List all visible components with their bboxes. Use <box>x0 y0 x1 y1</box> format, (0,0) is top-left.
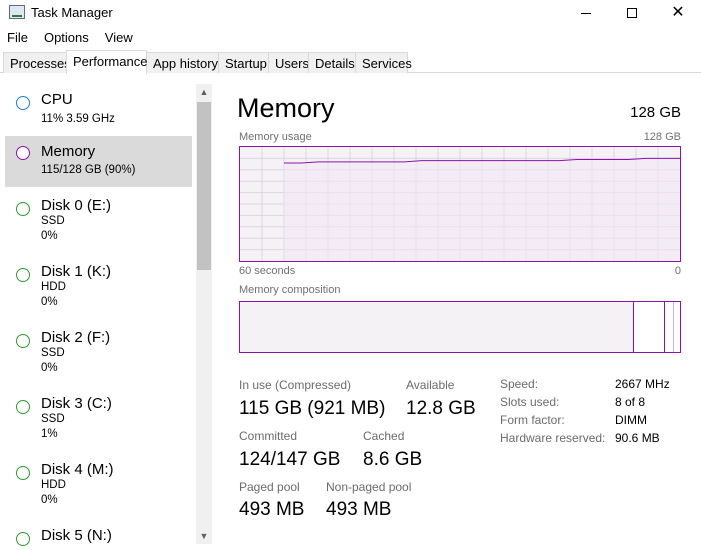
paged-pool-value: 493 MB <box>239 499 305 520</box>
resource-title: Disk 4 (M:) <box>41 461 114 478</box>
tab-services[interactable]: Services <box>355 52 412 73</box>
in-use-value: 115 GB (921 MB) <box>239 398 386 419</box>
minimize-icon <box>581 12 591 14</box>
disk-graph-icon <box>16 532 30 546</box>
resource-type: SSD <box>41 215 65 227</box>
form-factor-label: Form factor: <box>500 413 565 427</box>
cached-label: Cached <box>363 429 405 443</box>
menu-bar: File Options View <box>0 28 141 48</box>
task-manager-icon <box>9 5 25 19</box>
resource-subtitle: 115/128 GB (90%) <box>41 164 136 176</box>
resource-type: HDD <box>41 281 66 293</box>
disk-graph-icon <box>16 202 30 216</box>
non-paged-pool-value: 493 MB <box>326 499 392 520</box>
graph-time-end: 0 <box>674 265 681 277</box>
scroll-down-icon[interactable]: ▼ <box>196 528 212 544</box>
in-use-label: In use (Compressed) <box>239 378 352 392</box>
resource-memory[interactable]: Memory 115/128 GB (90%) <box>5 136 192 187</box>
non-paged-pool-label: Non-paged pool <box>326 480 412 494</box>
menu-options[interactable]: Options <box>36 28 97 48</box>
resource-disk-0[interactable]: Disk 0 (E:) SSD 0% <box>5 194 192 245</box>
scroll-up-icon[interactable]: ▲ <box>196 84 212 100</box>
resource-title: Disk 0 (E:) <box>41 197 112 214</box>
menu-file[interactable]: File <box>0 28 36 48</box>
tab-performance[interactable]: Performance <box>66 50 147 74</box>
resource-disk-4[interactable]: Disk 4 (M:) HDD 0% <box>5 458 192 509</box>
resource-list-scrollbar[interactable]: ▲ ▼ <box>196 84 212 544</box>
detail-total: 128 GB <box>630 104 681 121</box>
title-bar: Task Manager ✕ <box>0 0 701 26</box>
resource-usage: 0% <box>41 362 58 374</box>
tab-app-history[interactable]: App history <box>146 52 219 73</box>
cpu-graph-icon <box>16 96 30 110</box>
hardware-reserved-value: 90.6 MB <box>615 431 660 445</box>
hardware-reserved-label: Hardware reserved: <box>500 431 606 445</box>
resource-title: Disk 3 (C:) <box>41 395 112 412</box>
memory-usage-graph-canvas <box>240 147 680 261</box>
resource-usage: 1% <box>41 428 58 440</box>
resource-usage: 0% <box>41 494 58 506</box>
resource-disk-5[interactable]: Disk 5 (N:) <box>5 524 192 550</box>
resource-title: Disk 1 (K:) <box>41 263 112 280</box>
paged-pool-label: Paged pool <box>239 480 300 494</box>
cached-value: 8.6 GB <box>363 449 423 470</box>
resource-usage: 0% <box>41 230 58 242</box>
resource-list: CPU 11% 3.59 GHz Memory 115/128 GB (90%)… <box>0 74 213 550</box>
menu-view[interactable]: View <box>97 28 141 48</box>
usage-graph-max: 128 GB <box>643 131 681 143</box>
resource-title: Disk 2 (F:) <box>41 329 111 346</box>
maximize-button[interactable] <box>609 0 655 26</box>
available-value: 12.8 GB <box>406 398 476 419</box>
composition-modified[interactable] <box>634 302 665 352</box>
minimize-button[interactable] <box>563 0 609 26</box>
tab-processes[interactable]: Processes <box>3 52 71 73</box>
speed-value: 2667 MHz <box>615 377 670 391</box>
usage-area <box>284 158 680 261</box>
committed-label: Committed <box>239 429 298 443</box>
memory-usage-graph <box>239 146 681 262</box>
resource-title: Memory <box>41 143 96 160</box>
composition-standby[interactable] <box>665 302 674 352</box>
graph-time-span: 60 seconds <box>239 265 296 277</box>
composition-label: Memory composition <box>239 284 341 296</box>
tab-details[interactable]: Details <box>308 52 356 73</box>
usage-graph-label: Memory usage <box>239 131 312 143</box>
speed-label: Speed: <box>500 377 539 391</box>
tab-strip: Processes Performance App history Startu… <box>0 50 701 74</box>
disk-graph-icon <box>16 334 30 348</box>
memory-composition-bar <box>239 301 681 353</box>
resource-disk-3[interactable]: Disk 3 (C:) SSD 1% <box>5 392 192 443</box>
resource-subtitle: 11% 3.59 GHz <box>41 113 115 125</box>
resource-usage: 0% <box>41 296 58 308</box>
composition-in-use[interactable] <box>240 302 634 352</box>
form-factor-value: DIMM <box>615 413 647 427</box>
close-button[interactable]: ✕ <box>655 0 701 26</box>
available-label: Available <box>406 378 455 392</box>
resource-cpu[interactable]: CPU 11% 3.59 GHz <box>5 88 192 139</box>
disk-graph-icon <box>16 268 30 282</box>
resource-disk-1[interactable]: Disk 1 (K:) HDD 0% <box>5 260 192 311</box>
resource-type: HDD <box>41 479 66 491</box>
disk-graph-icon <box>16 400 30 414</box>
tab-users[interactable]: Users <box>268 52 309 73</box>
disk-graph-icon <box>16 466 30 480</box>
close-icon: ✕ <box>671 4 685 21</box>
scroll-thumb[interactable] <box>197 102 211 270</box>
maximize-icon <box>627 8 637 18</box>
resource-title: CPU <box>41 91 73 108</box>
window-title: Task Manager <box>31 5 113 20</box>
memory-graph-icon <box>16 146 30 160</box>
detail-title: Memory <box>237 93 335 123</box>
resource-type: SSD <box>41 413 65 425</box>
tab-startup[interactable]: Startup <box>218 52 269 73</box>
resource-type: SSD <box>41 347 65 359</box>
slots-used-label: Slots used: <box>500 395 560 409</box>
slots-used-value: 8 of 8 <box>615 395 646 409</box>
resource-title: Disk 5 (N:) <box>41 527 112 544</box>
resource-disk-2[interactable]: Disk 2 (F:) SSD 0% <box>5 326 192 377</box>
committed-value: 124/147 GB <box>239 449 341 470</box>
